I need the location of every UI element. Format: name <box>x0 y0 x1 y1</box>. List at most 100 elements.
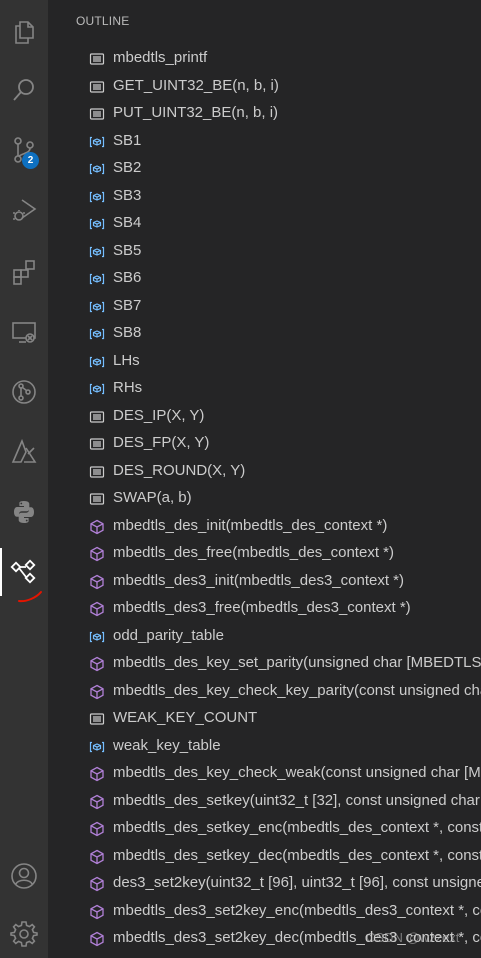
macro-icon <box>89 51 105 67</box>
outline-item[interactable]: PUT_UINT32_BE(n, b, i) <box>48 100 481 128</box>
outline-item[interactable]: SB2 <box>48 155 481 183</box>
outline-item-label: SB2 <box>113 159 142 176</box>
outline-item-label: DES_IP(X, Y) <box>113 406 205 424</box>
function-icon <box>89 794 105 810</box>
outline-item-label: mbedtls_des_setkey_dec(mbedtls_des_conte… <box>113 846 481 864</box>
activity-manage[interactable] <box>0 910 48 958</box>
outline-item-label: mbedtls_des_key_set_parity(unsigned char… <box>113 654 481 671</box>
outline-item-label: RHs <box>113 379 143 396</box>
function-icon <box>89 876 105 892</box>
account-icon <box>11 863 37 889</box>
outline-item[interactable]: SB6 <box>48 265 481 293</box>
outline-item[interactable]: mbedtls_des_setkey(uint32_t [32], const … <box>48 788 481 816</box>
outline-item[interactable]: odd_parity_table <box>48 623 481 651</box>
variable-icon <box>89 354 105 370</box>
function-icon <box>89 684 105 700</box>
source-control-badge: 2 <box>22 152 39 169</box>
outline-tree-icon <box>10 559 36 584</box>
outline-item[interactable]: SB1 <box>48 128 481 156</box>
function-icon <box>89 821 105 837</box>
function-icon <box>89 519 105 535</box>
outline-item[interactable]: SB3 <box>48 183 481 211</box>
outline-item[interactable]: mbedtls_des3_init(mbedtls_des3_context *… <box>48 568 481 596</box>
macro-icon <box>89 464 105 480</box>
annotation-stroke <box>18 591 42 603</box>
outline-item-label: mbedtls_des_setkey(uint32_t [32], const … <box>113 791 481 809</box>
activity-bar: 2 <box>0 0 48 958</box>
outline-item-label: odd_parity_table <box>113 626 224 644</box>
macro-icon <box>89 711 105 727</box>
function-icon <box>89 849 105 865</box>
outline-item-label: GET_UINT32_BE(n, b, i) <box>113 76 279 94</box>
outline-item-label: SB7 <box>113 296 142 314</box>
outline-item-label: des3_set2key(uint32_t [96], uint32_t [96… <box>113 874 481 891</box>
function-icon <box>89 656 105 672</box>
outline-item[interactable]: SWAP(a, b) <box>48 485 481 513</box>
outline-item[interactable]: mbedtls_des_key_check_weak(const unsigne… <box>48 760 481 788</box>
gear-icon <box>10 921 38 947</box>
outline-title: OUTLINE <box>76 14 130 28</box>
outline-item-label: mbedtls_des_key_check_weak(const unsigne… <box>113 764 481 781</box>
outline-item[interactable]: mbedtls_des_setkey_dec(mbedtls_des_conte… <box>48 843 481 871</box>
python-icon <box>14 501 34 523</box>
variable-icon <box>89 381 105 397</box>
watermark: CSDN @wzzext <box>366 930 460 945</box>
macro-icon <box>89 106 105 122</box>
outline-item-label: DES_ROUND(X, Y) <box>113 461 246 479</box>
outline-item-label: mbedtls_des_init(mbedtls_des_context *) <box>113 516 388 534</box>
outline-item[interactable]: DES_FP(X, Y) <box>48 430 481 458</box>
activity-remote-explorer[interactable] <box>0 308 48 356</box>
outline-item[interactable]: LHs <box>48 348 481 376</box>
outline-item[interactable]: WEAK_KEY_COUNT <box>48 705 481 733</box>
activity-source-control[interactable]: 2 <box>0 126 48 174</box>
search-icon <box>13 79 34 101</box>
outline-item[interactable]: SB7 <box>48 293 481 321</box>
outline-item-label: SB5 <box>113 241 142 259</box>
outline-list: mbedtls_printf GET_UINT32_BE(n, b, i) PU… <box>48 45 481 953</box>
macro-icon <box>89 79 105 95</box>
outline-item[interactable]: mbedtls_des_setkey_enc(mbedtls_des_conte… <box>48 815 481 843</box>
activity-run-debug[interactable] <box>0 186 48 234</box>
function-icon <box>89 546 105 562</box>
activity-accounts[interactable] <box>0 852 48 900</box>
outline-item[interactable]: DES_ROUND(X, Y) <box>48 458 481 486</box>
outline-item-label: weak_key_table <box>113 736 221 754</box>
outline-item[interactable]: RHs <box>48 375 481 403</box>
outline-item[interactable]: mbedtls_des_free(mbedtls_des_context *) <box>48 540 481 568</box>
extensions-icon <box>13 260 35 285</box>
activity-search[interactable] <box>0 66 48 114</box>
gitlens-icon <box>12 380 36 404</box>
outline-item[interactable]: SB8 <box>48 320 481 348</box>
activity-gitlens[interactable] <box>0 368 48 416</box>
outline-item[interactable]: SB5 <box>48 238 481 266</box>
activity-explorer[interactable] <box>0 8 48 56</box>
outline-item[interactable]: mbedtls_des_key_check_key_parity(const u… <box>48 678 481 706</box>
function-icon <box>89 766 105 782</box>
outline-item[interactable]: mbedtls_printf <box>48 45 481 73</box>
macro-icon <box>89 491 105 507</box>
files-icon <box>15 21 34 44</box>
activity-extensions[interactable] <box>0 248 48 296</box>
outline-item[interactable]: des3_set2key(uint32_t [96], uint32_t [96… <box>48 870 481 898</box>
outline-item-label: mbedtls_des3_free(mbedtls_des3_context *… <box>113 599 411 616</box>
outline-item-label: SB1 <box>113 131 142 149</box>
function-icon <box>89 574 105 590</box>
outline-item[interactable]: GET_UINT32_BE(n, b, i) <box>48 73 481 101</box>
vscode-window: 2 OUTLINE mbedtls_printf GET_UINT32_BE(n… <box>0 0 481 958</box>
outline-item-label: SB6 <box>113 269 142 286</box>
outline-item[interactable]: weak_key_table <box>48 733 481 761</box>
outline-item[interactable]: SB4 <box>48 210 481 238</box>
outline-item-label: mbedtls_des3_init(mbedtls_des3_context *… <box>113 571 404 589</box>
outline-item-label: WEAK_KEY_COUNT <box>113 709 258 726</box>
activity-azure[interactable] <box>0 428 48 476</box>
outline-item-label: mbedtls_des_key_check_key_parity(const u… <box>113 681 481 699</box>
outline-item[interactable]: mbedtls_des3_set2key_enc(mbedtls_des3_co… <box>48 898 481 926</box>
outline-item[interactable]: mbedtls_des_key_set_parity(unsigned char… <box>48 650 481 678</box>
outline-item[interactable]: mbedtls_des3_free(mbedtls_des3_context *… <box>48 595 481 623</box>
outline-item[interactable]: DES_IP(X, Y) <box>48 403 481 431</box>
activity-python[interactable] <box>0 488 48 536</box>
outline-item-label: PUT_UINT32_BE(n, b, i) <box>113 104 279 121</box>
outline-item[interactable]: mbedtls_des_init(mbedtls_des_context *) <box>48 513 481 541</box>
variable-icon <box>89 244 105 260</box>
outline-item-label: LHs <box>113 351 140 369</box>
